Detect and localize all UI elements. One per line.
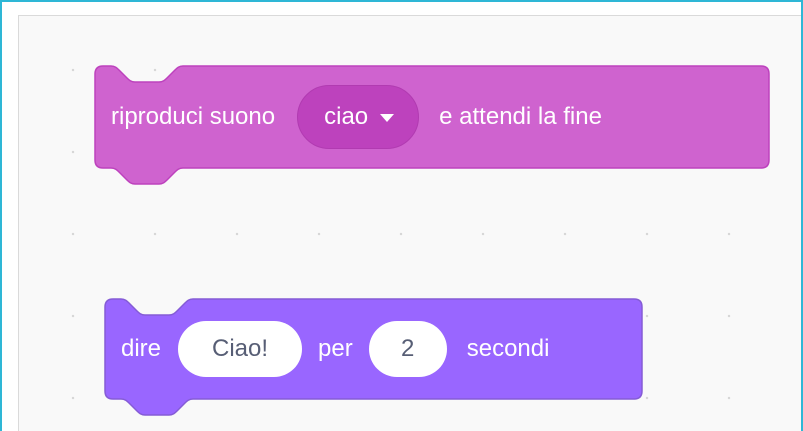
play-sound-block-row: riproduci suono ciao e attendi la fine	[95, 66, 602, 168]
message-input[interactable]: Ciao!	[178, 321, 303, 377]
say-block-row: dire Ciao! per 2 secondi	[105, 299, 549, 399]
seconds-input[interactable]: 2	[368, 321, 447, 377]
say-for-seconds-block[interactable]: dire Ciao! per 2 secondi	[104, 298, 643, 417]
until-done-label: e attendi la fine	[439, 103, 602, 130]
sound-dropdown[interactable]: ciao	[297, 85, 420, 149]
sound-dropdown-value: ciao	[324, 103, 369, 130]
code-workspace[interactable]: riproduci suono ciao e attendi la fine d…	[18, 15, 801, 431]
play-sound-label: riproduci suono	[111, 103, 276, 130]
say-label: dire	[121, 335, 162, 362]
triangle-down-icon	[380, 114, 395, 122]
for-label: per	[318, 335, 353, 362]
screenshot-frame: riproduci suono ciao e attendi la fine d…	[0, 0, 803, 431]
seconds-label: secondi	[466, 335, 550, 362]
play-sound-until-done-block[interactable]: riproduci suono ciao e attendi la fine	[94, 65, 770, 186]
